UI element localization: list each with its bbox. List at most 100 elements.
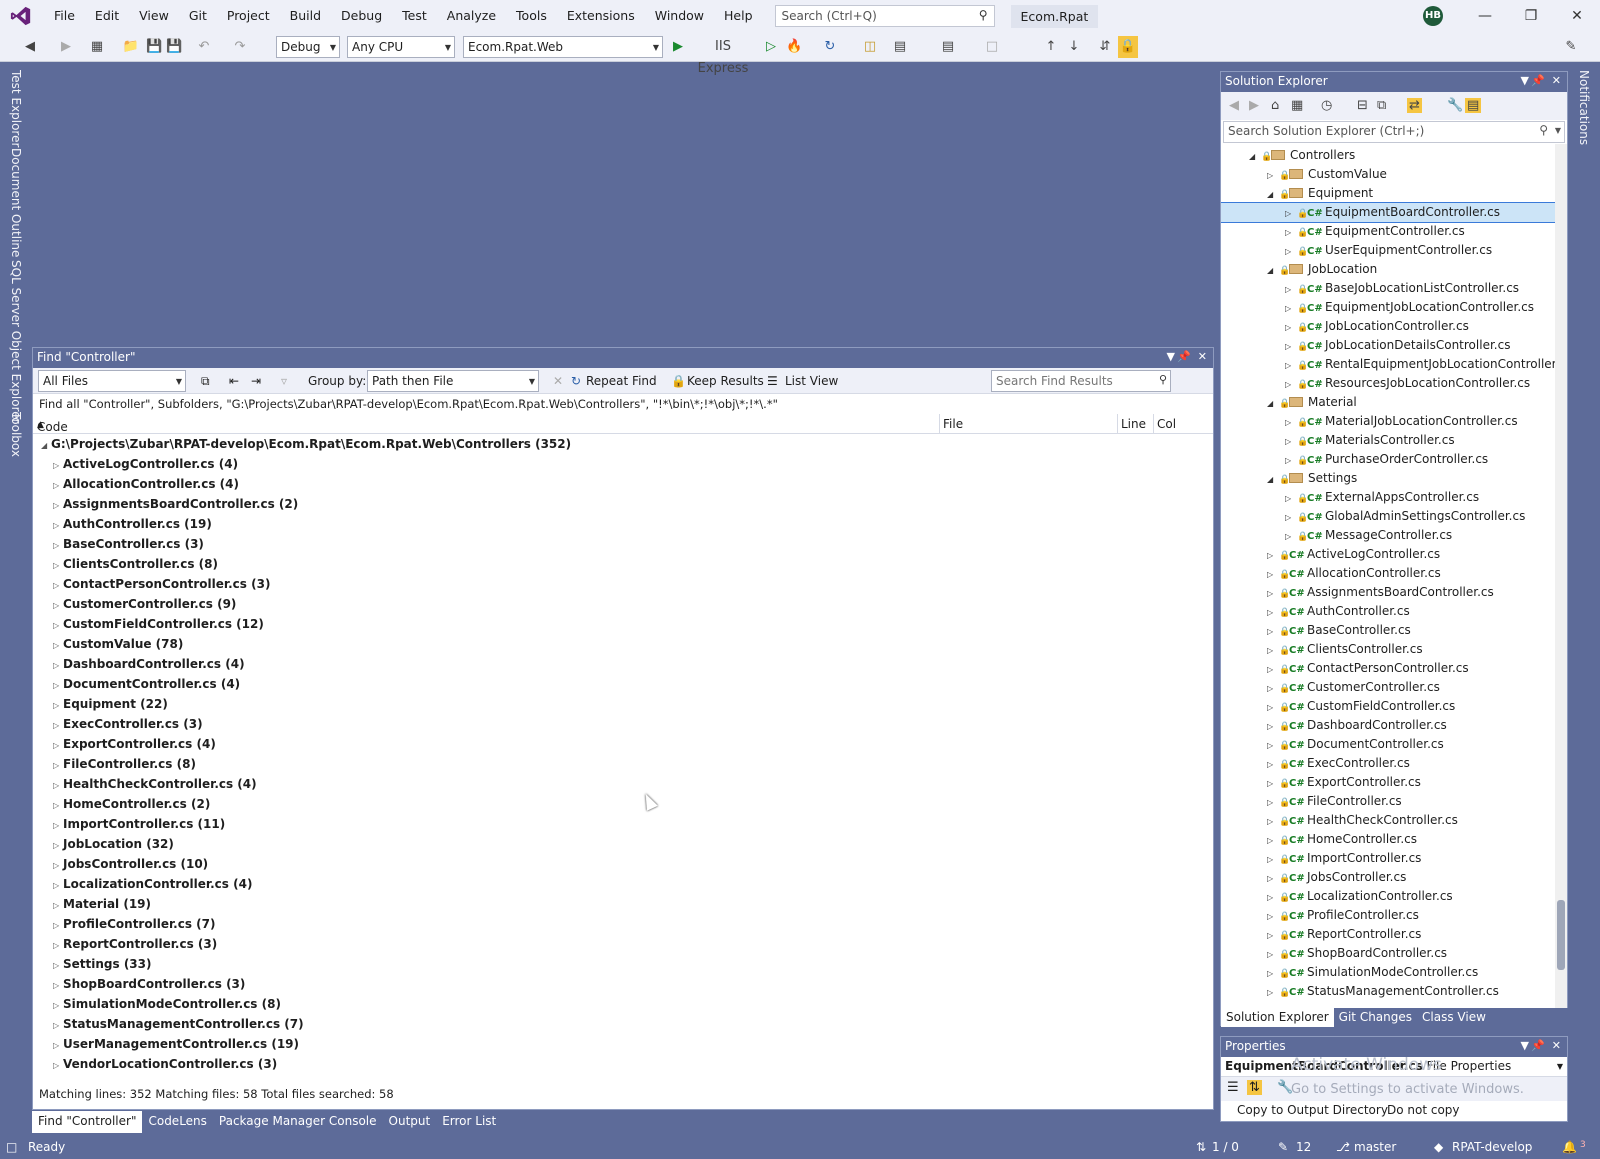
stop-icon[interactable]: ✕ — [553, 373, 563, 389]
tree-file[interactable]: ▷ 🔒C# LocalizationController.cs — [1221, 887, 1555, 906]
expand-arrow-icon[interactable]: ▷ — [1285, 337, 1297, 356]
column-col[interactable]: Col — [1157, 417, 1176, 431]
play-icon[interactable]: ▶ — [672, 36, 684, 58]
result-row[interactable]: ▷ AllocationController.cs (4) — [53, 474, 239, 494]
expand-arrow-icon[interactable]: ▷ — [1267, 584, 1279, 603]
tree-file[interactable]: ▷ 🔒C# RentalEquipmentJobLocationController… — [1221, 355, 1567, 374]
expand-arrow-icon[interactable]: ▷ — [53, 756, 63, 776]
save-all-icon[interactable]: 💾 — [166, 36, 182, 58]
show-all-files-icon[interactable]: ⧉ — [1377, 98, 1386, 113]
tree-folder[interactable]: ◢ 🔒 Equipment — [1221, 184, 1555, 203]
result-row[interactable]: ▷ ShopBoardController.cs (3) — [53, 974, 245, 994]
tree-file[interactable]: ▷ 🔒C# MaterialsController.cs — [1221, 431, 1555, 450]
expand-arrow-icon[interactable]: ▷ — [1267, 698, 1279, 717]
expand-arrow-icon[interactable]: ▷ — [53, 596, 63, 616]
tree-folder[interactable]: ◢ 🔒 JobLocation — [1221, 260, 1555, 279]
tab-error-list[interactable]: Error List — [436, 1111, 502, 1133]
menu-window[interactable]: Window — [645, 0, 714, 32]
expand-arrow-icon[interactable]: ▷ — [1267, 717, 1279, 736]
expand-arrow-icon[interactable]: ▷ — [1267, 812, 1279, 831]
expand-arrow-icon[interactable]: ▷ — [53, 556, 63, 576]
expand-arrow-icon[interactable]: ▷ — [53, 916, 63, 936]
refresh-icon[interactable]: ↻ — [822, 36, 838, 58]
expand-arrow-icon[interactable]: ▷ — [1267, 546, 1279, 565]
menu-view[interactable]: View — [129, 0, 179, 32]
result-row[interactable]: ▷ Equipment (22) — [53, 694, 168, 714]
hot-reload-icon[interactable]: 🔥 — [786, 36, 802, 58]
arrow-up-icon[interactable]: ↑ — [1044, 36, 1058, 58]
expand-arrow-icon[interactable]: ▷ — [1267, 869, 1279, 888]
expand-arrow-icon[interactable]: ▷ — [1285, 204, 1297, 223]
result-row[interactable]: ▷ ContactPersonController.cs (3) — [53, 574, 270, 594]
expand-arrow-icon[interactable]: ▷ — [1285, 299, 1297, 318]
tab-toolbox[interactable]: Toolbox — [9, 412, 23, 457]
result-row[interactable]: ▷ StatusManagementController.cs (7) — [53, 1014, 304, 1034]
pin-icon[interactable]: 📌 — [1531, 74, 1545, 87]
result-row[interactable]: ▷ FileController.cs (8) — [53, 754, 196, 774]
tab-output[interactable]: Output — [383, 1111, 437, 1133]
global-search-input[interactable]: Search (Ctrl+Q) ⚲ — [774, 5, 995, 27]
expand-arrow-icon[interactable]: ▷ — [53, 736, 63, 756]
dropdown-icon[interactable]: ▼ — [1167, 350, 1175, 363]
tree-file[interactable]: ▷ 🔒C# JobLocationDetailsController.cs — [1221, 336, 1555, 355]
tree-file[interactable]: ▷ 🔒C# MaterialJobLocationController.cs — [1221, 412, 1555, 431]
collapse-arrow-icon[interactable]: ◢ — [1267, 470, 1279, 489]
menu-test[interactable]: Test — [392, 0, 437, 32]
tree-folder[interactable]: ◢ 🔒 Material — [1221, 393, 1555, 412]
close-icon[interactable]: ✕ — [1198, 350, 1207, 363]
expand-arrow-icon[interactable]: ▷ — [1285, 508, 1297, 527]
previous-result-icon[interactable]: ⇤ — [229, 373, 239, 389]
close-icon[interactable]: ✕ — [1552, 1039, 1561, 1052]
expand-arrow-icon[interactable]: ▷ — [53, 936, 63, 956]
tree-file[interactable]: ▷ 🔒C# EquipmentController.cs — [1221, 222, 1555, 241]
run-target-button[interactable]: IIS Express — [688, 36, 758, 76]
forward-icon[interactable]: ▶ — [1249, 98, 1259, 113]
expand-arrow-icon[interactable]: ▷ — [1285, 223, 1297, 242]
expand-arrow-icon[interactable]: ▷ — [53, 996, 63, 1016]
expand-arrow-icon[interactable]: ▷ — [1267, 603, 1279, 622]
minimize-icon[interactable]: — — [1462, 0, 1508, 32]
expand-arrow-icon[interactable]: ▷ — [1267, 660, 1279, 679]
comment-icon[interactable]: □ — [984, 36, 1000, 58]
menu-git[interactable]: Git — [179, 0, 217, 32]
result-row[interactable]: ▷ JobsController.cs (10) — [53, 854, 208, 874]
bell-icon[interactable]: 🔔 — [1562, 1140, 1577, 1154]
tree-folder[interactable]: ◢ 🔒 Settings — [1221, 469, 1555, 488]
tree-file[interactable]: ▷ 🔒C# ShopBoardController.cs — [1221, 944, 1555, 963]
properties-wrench-icon[interactable]: 🔧 — [1447, 98, 1463, 113]
list-view-button[interactable]: List View — [785, 373, 838, 389]
menu-build[interactable]: Build — [280, 0, 331, 32]
result-row[interactable]: ▷ CustomValue (78) — [53, 634, 183, 654]
tree-file[interactable]: ▷ 🔒C# HomeController.cs — [1221, 830, 1555, 849]
tree-file[interactable]: ▷ 🔒C# BaseJobLocationListController.cs — [1221, 279, 1555, 298]
alphabetical-icon[interactable]: ⇅ — [1247, 1080, 1262, 1095]
expand-arrow-icon[interactable]: ▷ — [1285, 432, 1297, 451]
close-icon[interactable]: ✕ — [1554, 0, 1600, 32]
result-row[interactable]: ▷ ExportController.cs (4) — [53, 734, 216, 754]
menu-extensions[interactable]: Extensions — [557, 0, 645, 32]
expand-arrow-icon[interactable]: ▷ — [53, 856, 63, 876]
expand-arrow-icon[interactable]: ▷ — [53, 1036, 63, 1056]
tree-scrollbar-thumb[interactable] — [1557, 900, 1565, 970]
tree-file[interactable]: ▷ 🔒C# JobLocationController.cs — [1221, 317, 1555, 336]
startup-project-select[interactable]: Ecom.Rpat.Web ▼ — [463, 36, 663, 58]
expand-arrow-icon[interactable]: ▷ — [53, 456, 63, 476]
expand-arrow-icon[interactable]: ▷ — [1285, 489, 1297, 508]
tree-file[interactable]: ▷ 🔒C# UserEquipmentController.cs — [1221, 241, 1555, 260]
expand-arrow-icon[interactable]: ▷ — [1267, 736, 1279, 755]
lock-icon[interactable]: 🔒 — [1118, 36, 1138, 58]
config-select[interactable]: Debug ▼ — [276, 36, 340, 58]
expand-arrow-icon[interactable]: ▷ — [1267, 945, 1279, 964]
tree-file[interactable]: ▷ 🔒C# SimulationModeController.cs — [1221, 963, 1555, 982]
group-by-select[interactable]: Path then File ▼ — [367, 370, 539, 392]
expand-arrow-icon[interactable]: ▷ — [1285, 280, 1297, 299]
expand-arrow-icon[interactable]: ▷ — [53, 696, 63, 716]
menu-debug[interactable]: Debug — [331, 0, 392, 32]
expand-arrow-icon[interactable]: ▷ — [53, 1056, 63, 1076]
result-row[interactable]: ▷ SimulationModeController.cs (8) — [53, 994, 281, 1014]
result-row[interactable]: ▷ ProfileController.cs (7) — [53, 914, 215, 934]
browser-link-icon[interactable]: ◫ — [862, 36, 878, 58]
tree-file[interactable]: ▷ 🔒C# ImportController.cs — [1221, 849, 1555, 868]
tree-file[interactable]: ▷ 🔒C# ActiveLogController.cs — [1221, 545, 1555, 564]
menu-file[interactable]: File — [44, 0, 85, 32]
